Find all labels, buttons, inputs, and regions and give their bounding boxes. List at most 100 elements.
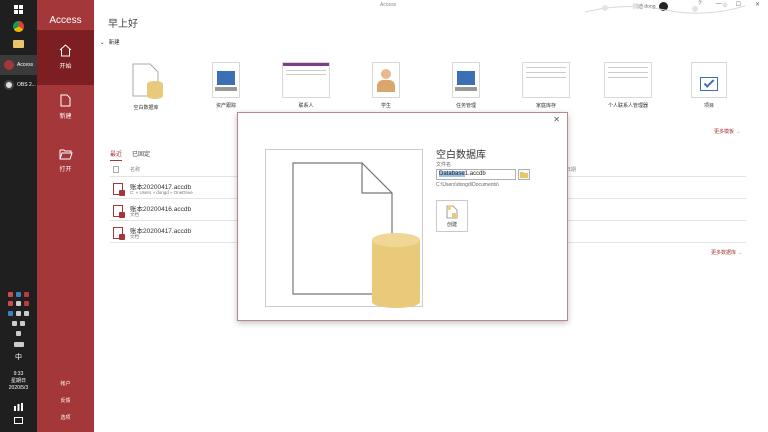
taskbar-app-label: OBS 2... bbox=[17, 82, 36, 88]
create-button[interactable]: 创建 bbox=[436, 200, 468, 232]
template-contacts[interactable]: 联系人 bbox=[266, 62, 346, 109]
blank-database-dialog: ✕ 空白数据库 文件名 Database1.accdb C:\Users\don… bbox=[237, 112, 568, 321]
notification-icon[interactable] bbox=[14, 417, 23, 425]
template-label: 个人联系人管理器 bbox=[607, 103, 648, 109]
tray-icon[interactable] bbox=[24, 311, 29, 316]
file-type-icon bbox=[113, 166, 119, 173]
file-explorer-icon[interactable] bbox=[13, 40, 24, 48]
ime-indicator[interactable]: 中 bbox=[0, 354, 37, 361]
more-templates-link[interactable]: 更多模板 → bbox=[714, 128, 740, 135]
file-name: 账本20200417.accdb bbox=[130, 228, 192, 235]
tray-icon[interactable] bbox=[24, 301, 29, 306]
chrome-icon[interactable] bbox=[13, 21, 24, 32]
blank-database-illustration bbox=[292, 162, 420, 308]
projects-thumbnail bbox=[691, 62, 727, 98]
close-window-button[interactable]: ✕ bbox=[755, 1, 760, 8]
template-label: 资产跟踪 bbox=[215, 103, 236, 109]
folder-icon bbox=[520, 171, 528, 178]
template-label: 项目 bbox=[703, 103, 714, 109]
tray-icons-row-2 bbox=[0, 301, 37, 306]
tray-icons-row-1 bbox=[0, 292, 37, 297]
recent-tabs: 最近 已固定 bbox=[110, 149, 150, 161]
template-preview bbox=[265, 149, 423, 308]
tray-icons-row-3 bbox=[0, 311, 37, 316]
window-title: Access bbox=[380, 2, 397, 8]
nav-open[interactable]: 打开 bbox=[37, 148, 94, 178]
template-label: 家庭库存 bbox=[535, 103, 556, 109]
home-inventory-thumbnail bbox=[522, 62, 570, 98]
cloud-icon[interactable] bbox=[16, 311, 21, 316]
microphone-icon[interactable] bbox=[16, 301, 21, 306]
link-icon[interactable] bbox=[16, 331, 21, 336]
new-section-heading: ⌄ 新建 bbox=[100, 40, 120, 46]
contacts-thumbnail bbox=[282, 62, 330, 98]
tab-pinned[interactable]: 已固定 bbox=[132, 149, 150, 161]
template-personal-contacts[interactable]: 个人联系人管理器 bbox=[588, 62, 668, 109]
arrow-right-icon: → bbox=[735, 129, 741, 135]
access-file-icon bbox=[113, 227, 125, 240]
bluetooth-icon[interactable] bbox=[8, 311, 13, 316]
tray-icon[interactable] bbox=[8, 292, 13, 297]
volume-icon[interactable] bbox=[20, 321, 25, 326]
network-icon[interactable] bbox=[12, 321, 17, 326]
column-name[interactable]: 名称 bbox=[130, 166, 140, 173]
template-blank-database[interactable]: 空白数据库 bbox=[106, 62, 186, 111]
file-path: C: » Users » dongd » OneDrive bbox=[130, 190, 193, 195]
tray-icons-row-4 bbox=[0, 321, 37, 326]
tray-icon[interactable] bbox=[8, 301, 13, 306]
nav-new[interactable]: 新建 bbox=[37, 94, 94, 124]
nav-options[interactable]: 选项 bbox=[37, 414, 94, 421]
dialog-title: 空白数据库 bbox=[436, 150, 486, 161]
file-path: 文档 bbox=[130, 234, 139, 239]
template-asset-tracking[interactable]: 资产跟踪 bbox=[186, 62, 266, 109]
close-dialog-button[interactable]: ✕ bbox=[553, 115, 560, 124]
tab-recent[interactable]: 最近 bbox=[110, 149, 123, 161]
clock-weekday: 星期日 bbox=[10, 378, 26, 384]
nav-feedback[interactable]: 反馈 bbox=[37, 397, 94, 404]
students-thumbnail bbox=[372, 62, 400, 98]
template-students[interactable]: 学生 bbox=[346, 62, 426, 109]
template-task-management[interactable]: 任务管理 bbox=[426, 62, 506, 109]
template-label: 任务管理 bbox=[455, 103, 476, 109]
clock-time[interactable]: 9:33 bbox=[0, 371, 37, 378]
nav-label: 开始 bbox=[59, 64, 72, 70]
chevron-down-icon[interactable]: ⌄ bbox=[100, 40, 105, 46]
filename-label: 文件名 bbox=[436, 162, 452, 168]
nav-account[interactable]: 帐户 bbox=[37, 380, 94, 387]
taskbar-app-access[interactable]: Access bbox=[0, 55, 37, 75]
template-label: 联系人 bbox=[298, 103, 314, 109]
create-database-icon bbox=[446, 205, 458, 219]
folder-open-icon bbox=[59, 149, 73, 160]
obs-app-icon bbox=[4, 80, 14, 90]
asset-tracking-thumbnail bbox=[212, 62, 240, 98]
app-name: Access bbox=[49, 15, 82, 26]
backstage-sidebar: Access 开始 新建 打开 帐户 反馈 选项 bbox=[37, 0, 94, 432]
tray-icons-row-6 bbox=[0, 342, 37, 347]
create-label: 创建 bbox=[446, 222, 457, 228]
new-document-icon bbox=[60, 94, 71, 107]
filename-input[interactable]: Database1.accdb bbox=[436, 169, 516, 180]
task-management-thumbnail bbox=[452, 62, 480, 98]
nav-label: 打开 bbox=[59, 167, 72, 173]
filename-rest-text: 1.accdb bbox=[464, 171, 486, 177]
tray-icons-row-5 bbox=[0, 331, 37, 336]
windows-start-icon[interactable] bbox=[14, 5, 23, 14]
tray-icon[interactable] bbox=[24, 292, 29, 297]
access-file-icon bbox=[113, 205, 125, 218]
keyboard-icon[interactable] bbox=[13, 342, 24, 347]
access-file-icon bbox=[113, 183, 125, 196]
template-projects[interactable]: 项目 bbox=[669, 62, 749, 109]
signal-icon[interactable] bbox=[14, 403, 23, 411]
save-path: C:\Users\dongd\Documents\ bbox=[436, 182, 499, 188]
personal-contacts-thumbnail bbox=[604, 62, 652, 98]
tray-icon[interactable] bbox=[16, 292, 21, 297]
template-home-inventory[interactable]: 家庭库存 bbox=[506, 62, 586, 109]
nav-home[interactable]: 开始 bbox=[37, 30, 94, 85]
more-databases-link[interactable]: 更多数据库 → bbox=[711, 249, 742, 256]
decorative-branch-graphic bbox=[585, 2, 745, 14]
browse-folder-button[interactable] bbox=[518, 169, 530, 180]
clock-date: 2020/5/3 bbox=[8, 385, 29, 391]
blank-database-icon bbox=[128, 62, 164, 100]
taskbar-app-obs[interactable]: OBS 2... bbox=[0, 75, 37, 95]
access-app-icon bbox=[4, 60, 14, 70]
